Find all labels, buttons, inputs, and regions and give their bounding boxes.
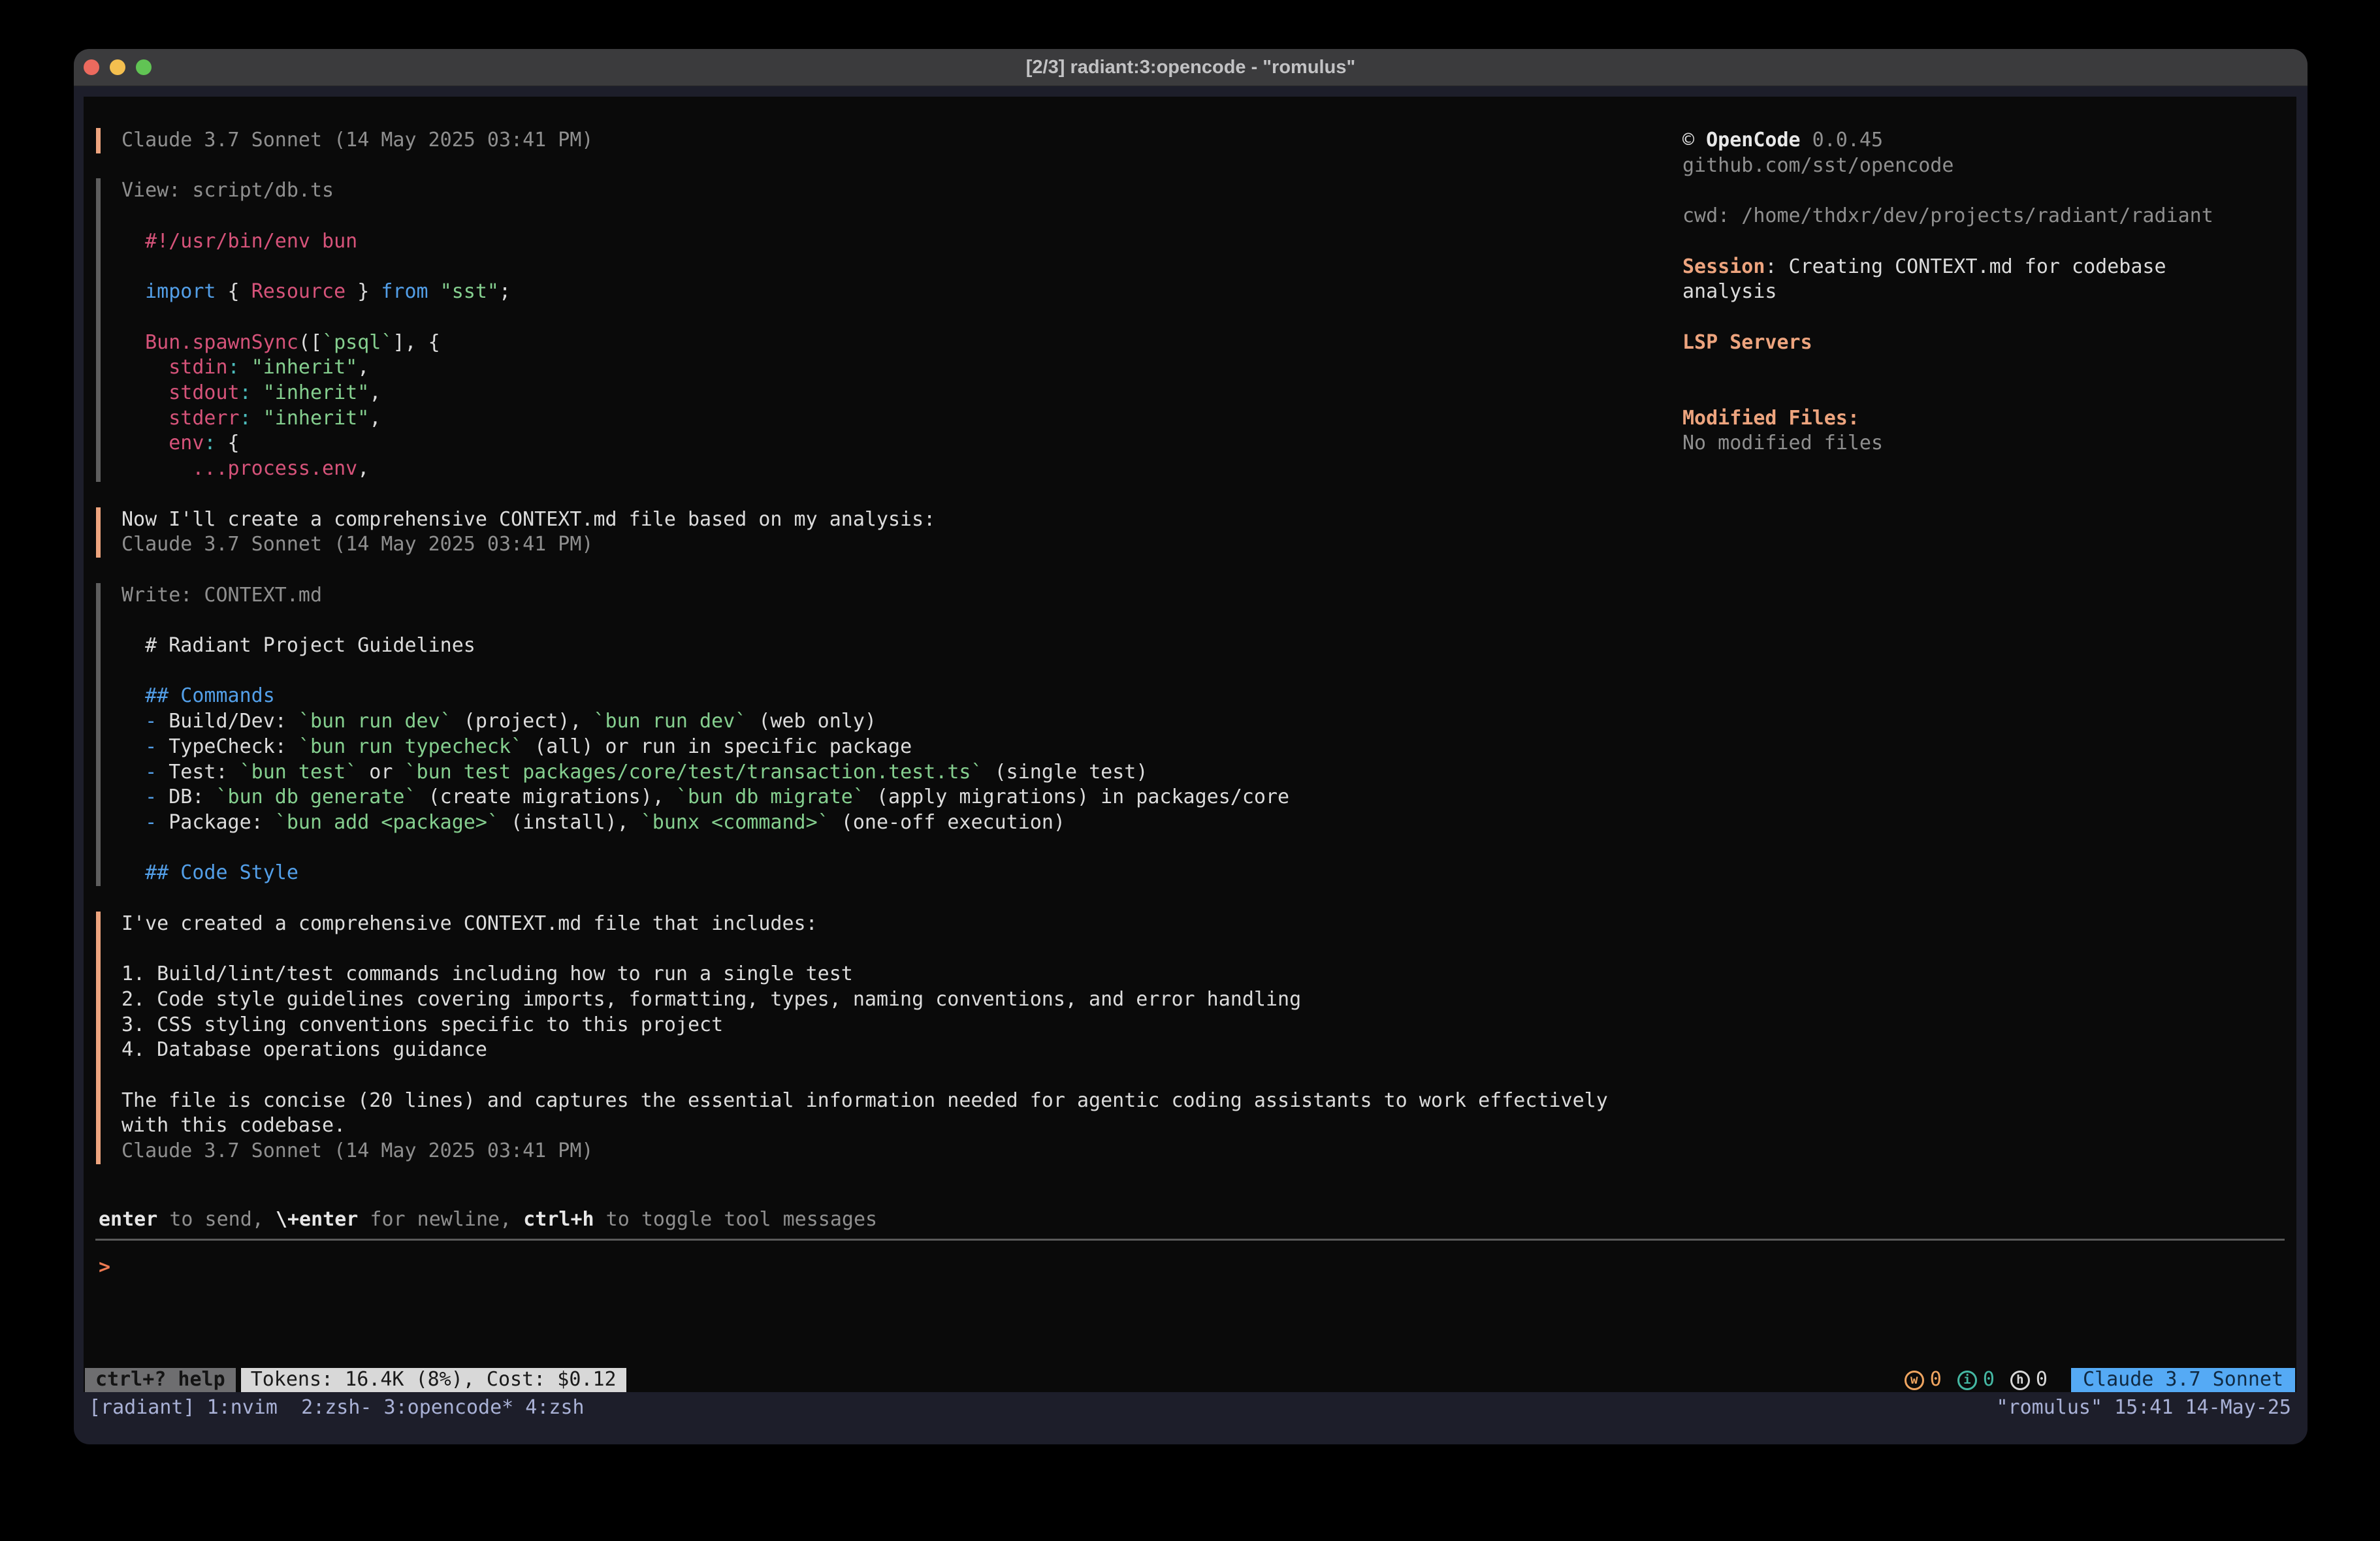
terminal-area: Claude 3.7 Sonnet (14 May 2025 03:41 PM)… — [74, 86, 2308, 1444]
chat-transcript: Claude 3.7 Sonnet (14 May 2025 03:41 PM)… — [96, 128, 1682, 1207]
lsp-servers-header: LSP Servers — [1682, 330, 2281, 356]
app-title: © OpenCode 0.0.45 — [1682, 128, 2281, 153]
tokens-cost-chip: Tokens: 16.4K (8%), Cost: $0.12 — [241, 1368, 626, 1392]
message-block-tool-write: Write: CONTEXT.md # Radiant Project Guid… — [96, 583, 1682, 886]
session-label-wrap: analysis — [1682, 279, 2281, 305]
message-block-assistant-summary: I've created a comprehensive CONTEXT.md … — [96, 912, 1682, 1164]
window-titlebar[interactable]: [2/3] radiant:3:opencode - "romulus" — [74, 49, 2308, 86]
spacer-line — [1682, 355, 2281, 381]
tmux-window-list[interactable]: [radiant] 1:nvim 2:zsh- 3:opencode* 4:zs… — [89, 1395, 585, 1444]
prompt-icon: > — [99, 1256, 110, 1279]
message-block-assistant-header: Claude 3.7 Sonnet (14 May 2025 03:41 PM) — [96, 128, 1682, 153]
hint-icon: h — [2010, 1371, 2030, 1390]
model-badge[interactable]: Claude 3.7 Sonnet — [2071, 1368, 2295, 1392]
info-icon: i — [1957, 1371, 1977, 1390]
help-shortcut-chip[interactable]: ctrl+? help — [85, 1368, 236, 1392]
modified-files-header: Modified Files: — [1682, 406, 2281, 432]
main-row: Claude 3.7 Sonnet (14 May 2025 03:41 PM)… — [84, 97, 2296, 1207]
spacer-line — [1682, 305, 2281, 330]
statusbar-spacer — [626, 1368, 1905, 1392]
info-sidebar: © OpenCode 0.0.45 github.com/sst/opencod… — [1682, 128, 2296, 1207]
opencode-screen: Claude 3.7 Sonnet (14 May 2025 03:41 PM)… — [84, 97, 2296, 1392]
info-count-value: 0 — [1983, 1367, 1995, 1392]
message-input[interactable]: > — [84, 1241, 2296, 1280]
spacer-line — [1682, 229, 2281, 255]
cwd-label: cwd: /home/thdxr/dev/projects/radiant/ra… — [1682, 204, 2281, 229]
tmux-host-clock: "romulus" 15:41 14-May-25 — [1996, 1395, 2291, 1444]
message-block-tool-view: View: script/db.ts #!/usr/bin/env bun im… — [96, 178, 1682, 481]
repo-link: github.com/sst/opencode — [1682, 153, 2281, 179]
editor-help-hints: enter to send, \+enter for newline, ctrl… — [84, 1207, 2296, 1233]
terminal-window: [2/3] radiant:3:opencode - "romulus" Cla… — [74, 49, 2308, 1444]
warning-count: w 0 — [1905, 1368, 1942, 1392]
spacer-line — [1682, 178, 2281, 204]
session-label: Session: Creating CONTEXT.md for codebas… — [1682, 255, 2281, 280]
info-count: i 0 — [1957, 1368, 1995, 1392]
tmux-status-bar: [radiant] 1:nvim 2:zsh- 3:opencode* 4:zs… — [84, 1392, 2296, 1444]
warning-count-value: 0 — [1930, 1367, 1942, 1392]
spacer-line — [1682, 381, 2281, 406]
hint-count: h 0 — [2010, 1368, 2048, 1392]
message-block-assistant-text: Now I'll create a comprehensive CONTEXT.… — [96, 507, 1682, 558]
warning-icon: w — [1905, 1371, 1924, 1390]
status-bar: ctrl+? help Tokens: 16.4K (8%), Cost: $0… — [84, 1368, 2296, 1392]
modified-files-empty: No modified files — [1682, 431, 2281, 456]
window-title: [2/3] radiant:3:opencode - "romulus" — [74, 49, 2308, 86]
hint-count-value: 0 — [2036, 1367, 2048, 1392]
